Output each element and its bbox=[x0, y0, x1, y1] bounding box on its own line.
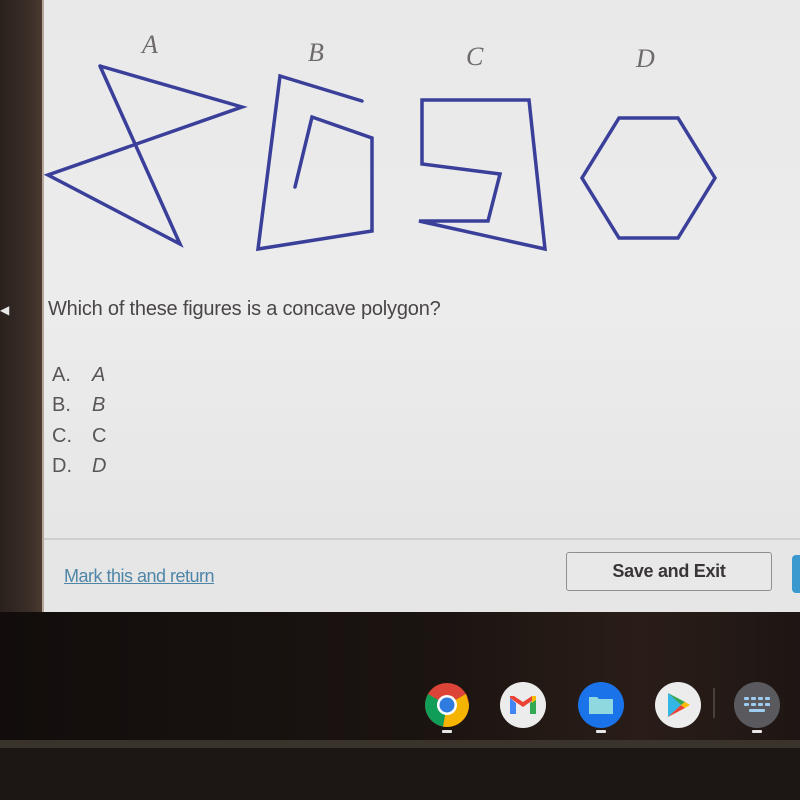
play-store-icon bbox=[668, 693, 690, 717]
option-value: A bbox=[92, 363, 106, 386]
screen-bezel: ◀ bbox=[0, 0, 42, 612]
keyboard-running-indicator bbox=[752, 730, 762, 733]
quiz-footer: Mark this and return Save and Exit bbox=[44, 540, 800, 612]
figure-b-shape bbox=[255, 73, 374, 252]
chrome-icon bbox=[425, 683, 469, 727]
figures-svg bbox=[44, 64, 718, 252]
chrome-running-indicator bbox=[442, 730, 452, 733]
option-b[interactable]: B. B bbox=[52, 391, 106, 422]
option-value: B bbox=[92, 394, 106, 417]
figure-a-shape bbox=[44, 64, 248, 248]
laptop-hinge bbox=[0, 740, 800, 748]
files-running-indicator bbox=[596, 730, 606, 733]
figure-c-shape bbox=[418, 98, 548, 252]
figure-d-shape bbox=[579, 116, 718, 240]
folder-icon bbox=[589, 697, 613, 714]
cursor-arrow-icon: ◀ bbox=[0, 303, 10, 317]
keyboard-icon bbox=[744, 697, 770, 712]
question-text: Which of these figures is a concave poly… bbox=[48, 298, 441, 320]
save-and-exit-button[interactable]: Save and Exit bbox=[566, 552, 772, 591]
option-key: B. bbox=[52, 394, 71, 417]
option-key: A. bbox=[52, 363, 71, 386]
answer-options: A. A B. B C. C D. D bbox=[52, 360, 106, 482]
option-value: D bbox=[92, 455, 107, 478]
shelf-app-gmail[interactable] bbox=[500, 682, 546, 728]
figures-panel: A B C D bbox=[44, 0, 800, 270]
option-c[interactable]: C. C bbox=[52, 421, 106, 452]
option-a[interactable]: A. A bbox=[52, 360, 106, 391]
gmail-icon bbox=[510, 696, 536, 714]
option-d[interactable]: D. D bbox=[52, 452, 106, 483]
shelf-app-play-store[interactable] bbox=[655, 682, 701, 728]
quiz-screen: A B C D Which of these figures is a conc… bbox=[42, 0, 800, 612]
shelf-app-keyboard[interactable] bbox=[734, 682, 780, 728]
option-value: C bbox=[92, 424, 107, 447]
laptop-body bbox=[0, 748, 800, 800]
shelf-app-chrome[interactable] bbox=[424, 682, 470, 728]
shelf-app-files[interactable] bbox=[578, 682, 624, 728]
mark-and-return-link[interactable]: Mark this and return bbox=[64, 566, 215, 587]
submit-button[interactable] bbox=[792, 555, 800, 593]
shelf-separator bbox=[713, 688, 715, 718]
option-key: D. bbox=[52, 455, 72, 478]
option-key: C. bbox=[52, 424, 72, 447]
